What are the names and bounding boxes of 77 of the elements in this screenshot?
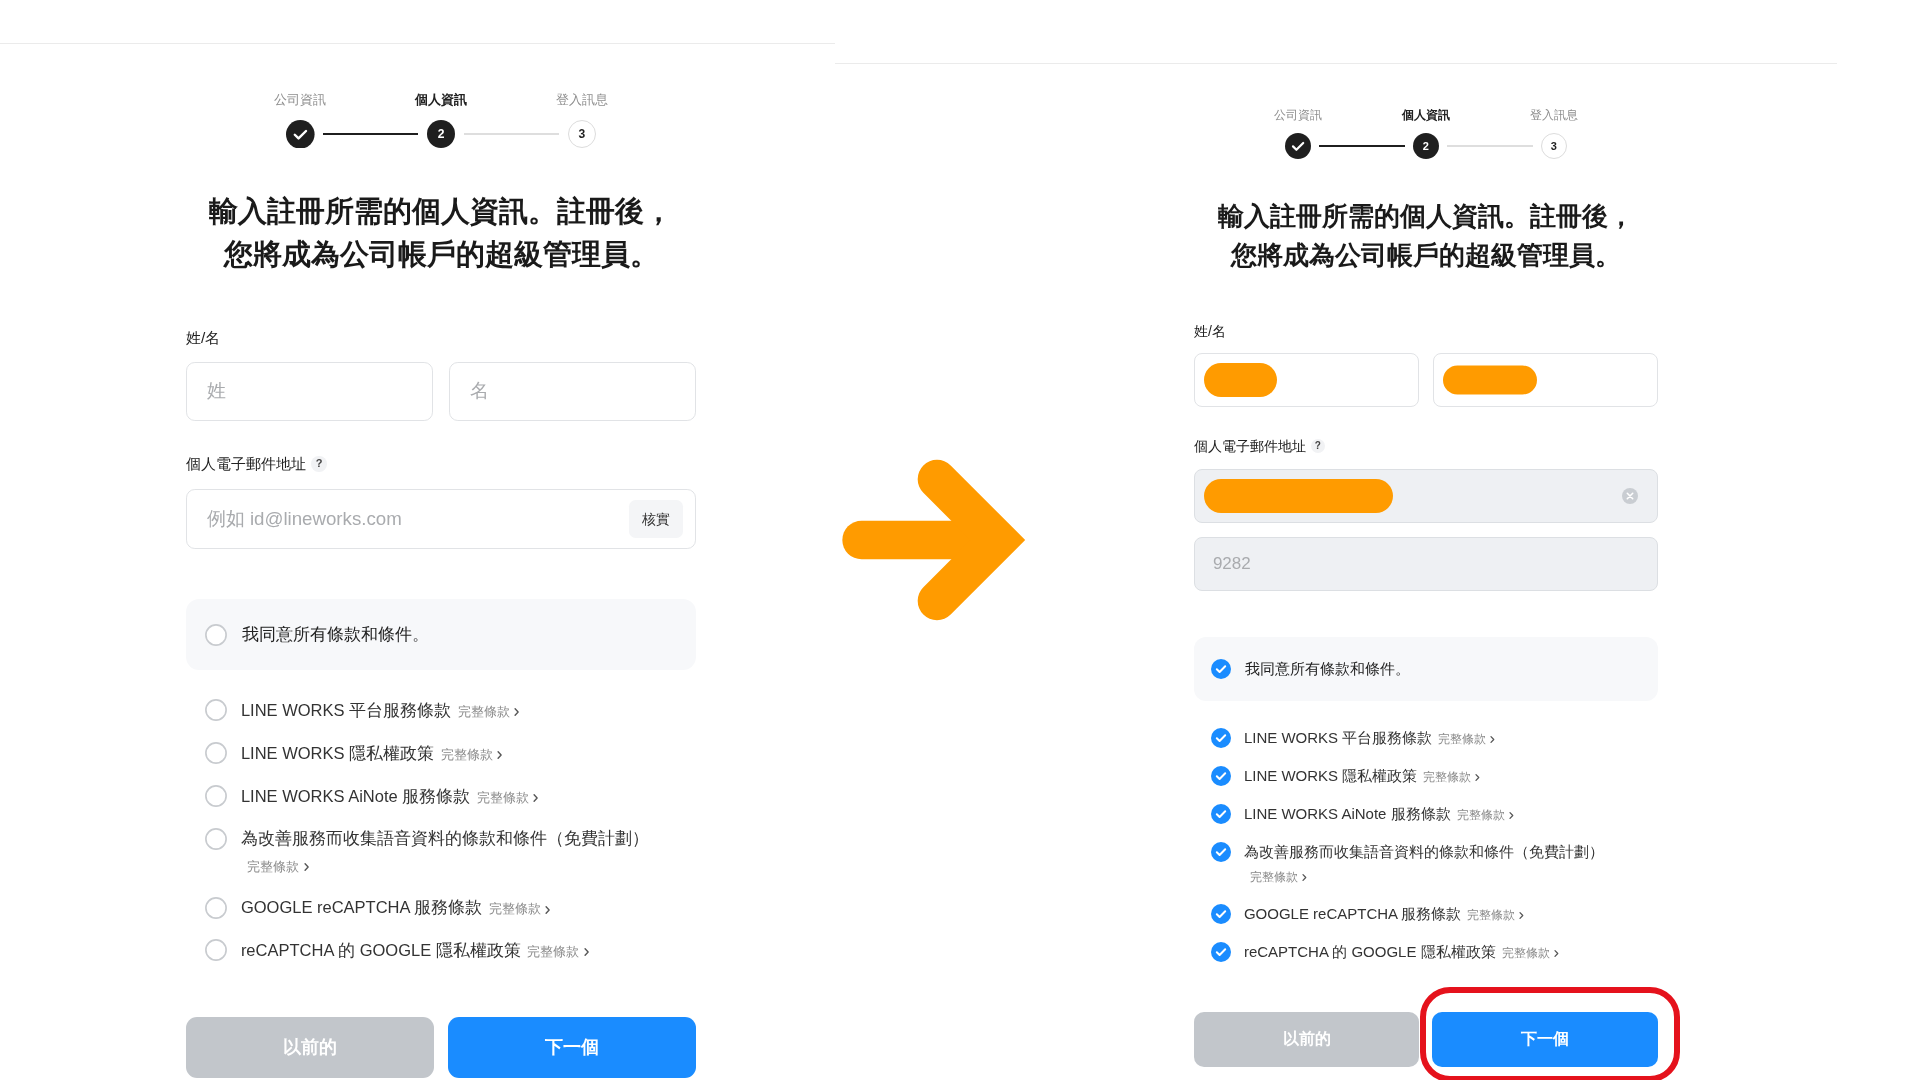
checkbox[interactable] bbox=[1210, 842, 1231, 862]
chevron-icon bbox=[1519, 910, 1525, 920]
chevron-icon bbox=[1508, 810, 1514, 820]
term-label: LINE WORKS 平台服務條款 bbox=[1243, 729, 1433, 746]
name-field[interactable]: 名 bbox=[448, 361, 697, 422]
checkbox[interactable] bbox=[1210, 766, 1231, 786]
page-heading: 輸入註冊所需的個人資訊。註冊後， bbox=[1217, 200, 1634, 233]
verify-button[interactable]: 核實 bbox=[628, 500, 684, 538]
chevron-icon bbox=[545, 904, 551, 915]
chevron-icon bbox=[1553, 948, 1559, 958]
full-terms-link[interactable]: 完整條款 bbox=[527, 939, 590, 966]
step-label: 公司資訊 bbox=[274, 91, 327, 109]
page-heading: 您將成為公司帳戶的超級管理員。 bbox=[1230, 239, 1621, 272]
field-label: 個人電子郵件地址 bbox=[1193, 437, 1306, 456]
term-label: reCAPTCHA 的 GOOGLE 隱私權政策 bbox=[240, 941, 521, 960]
step-label: 個人資訊 bbox=[1401, 107, 1450, 123]
help-icon[interactable]: ? bbox=[1310, 439, 1325, 453]
help-icon[interactable]: ? bbox=[311, 456, 327, 472]
field-label: 姓/名 bbox=[1193, 322, 1227, 341]
checkbox[interactable] bbox=[204, 623, 227, 646]
checkbox[interactable] bbox=[204, 742, 227, 765]
term-label: 為改善服務而收集語音資料的條款和條件（免費計劃） bbox=[240, 829, 649, 848]
chevron-icon bbox=[533, 792, 539, 803]
full-terms-link[interactable]: 完整條款 bbox=[1423, 765, 1481, 789]
term-label: LINE WORKS AiNote 服務條款 bbox=[1243, 805, 1451, 822]
checkbox[interactable] bbox=[204, 784, 227, 807]
term-label: LINE WORKS 平台服務條款 bbox=[240, 701, 452, 720]
field-label: 姓/名 bbox=[185, 327, 222, 348]
checkbox[interactable] bbox=[1210, 659, 1231, 679]
step-label: 登入訊息 bbox=[1529, 107, 1578, 123]
page-heading: 輸入註冊所需的個人資訊。註冊後， bbox=[209, 194, 674, 230]
full-terms-link[interactable]: 完整條款 bbox=[1249, 865, 1307, 889]
checkbox[interactable] bbox=[1210, 942, 1231, 962]
chevron-icon bbox=[514, 707, 520, 718]
step-label: 登入訊息 bbox=[555, 91, 608, 109]
full-terms-link[interactable]: 完整條款 bbox=[1501, 941, 1559, 965]
full-terms-link[interactable]: 完整條款 bbox=[1456, 803, 1514, 827]
term-label: GOOGLE reCAPTCHA 服務條款 bbox=[1243, 905, 1462, 922]
term-label: LINE WORKS AiNote 服務條款 bbox=[240, 786, 471, 805]
chevron-icon bbox=[583, 947, 590, 958]
chevron-icon bbox=[1475, 772, 1481, 782]
checkbox[interactable] bbox=[204, 699, 227, 722]
chevron-icon bbox=[1490, 734, 1496, 744]
agree-all-label: 我同意所有條款和條件。 bbox=[241, 623, 429, 645]
term-label: GOOGLE reCAPTCHA 服務條款 bbox=[240, 898, 483, 917]
next-button[interactable]: 下一個 bbox=[1432, 1012, 1658, 1067]
next-button[interactable]: 下一個 bbox=[448, 1017, 697, 1078]
full-terms-link[interactable]: 完整條款 bbox=[488, 896, 551, 923]
step-indicator: 2 bbox=[426, 119, 456, 149]
step-indicator: 3 bbox=[1540, 133, 1567, 159]
term-label: LINE WORKS 隱私權政策 bbox=[1243, 767, 1418, 784]
page-heading: 您將成為公司帳戶的超級管理員。 bbox=[223, 237, 659, 273]
checkbox[interactable] bbox=[1210, 804, 1231, 824]
full-terms-link[interactable]: 完整條款 bbox=[476, 784, 539, 812]
full-terms-link[interactable]: 完整條款 bbox=[457, 699, 520, 726]
step-indicator: 2 bbox=[1412, 133, 1439, 159]
term-label: 為改善服務而收集語音資料的條款和條件（免費計劃） bbox=[1243, 843, 1604, 860]
term-label: reCAPTCHA 的 GOOGLE 隱私權政策 bbox=[1243, 943, 1496, 960]
full-terms-link[interactable]: 完整條款 bbox=[1438, 727, 1496, 751]
step-label: 個人資訊 bbox=[415, 91, 468, 109]
full-terms-link[interactable]: 完整條款 bbox=[1467, 903, 1525, 927]
chevron-icon bbox=[1301, 872, 1307, 882]
name-field[interactable]: 姓 bbox=[185, 361, 434, 422]
full-terms-link[interactable]: 完整條款 bbox=[440, 741, 503, 769]
step-label: 公司資訊 bbox=[1273, 107, 1322, 123]
checkbox[interactable] bbox=[204, 939, 227, 962]
step-indicator: 3 bbox=[567, 119, 597, 149]
term-label: LINE WORKS 隱私權政策 bbox=[240, 743, 435, 762]
chevron-icon bbox=[497, 750, 503, 761]
checkbox[interactable] bbox=[1210, 904, 1231, 924]
field-label: 個人電子郵件地址 bbox=[185, 454, 306, 475]
chevron-icon bbox=[303, 862, 310, 872]
agree-all-label: 我同意所有條款和條件。 bbox=[1244, 659, 1410, 679]
checkbox[interactable] bbox=[204, 827, 227, 850]
checkbox[interactable] bbox=[1210, 728, 1231, 748]
checkbox[interactable] bbox=[204, 896, 227, 919]
full-terms-link[interactable]: 完整條款 bbox=[247, 853, 310, 881]
